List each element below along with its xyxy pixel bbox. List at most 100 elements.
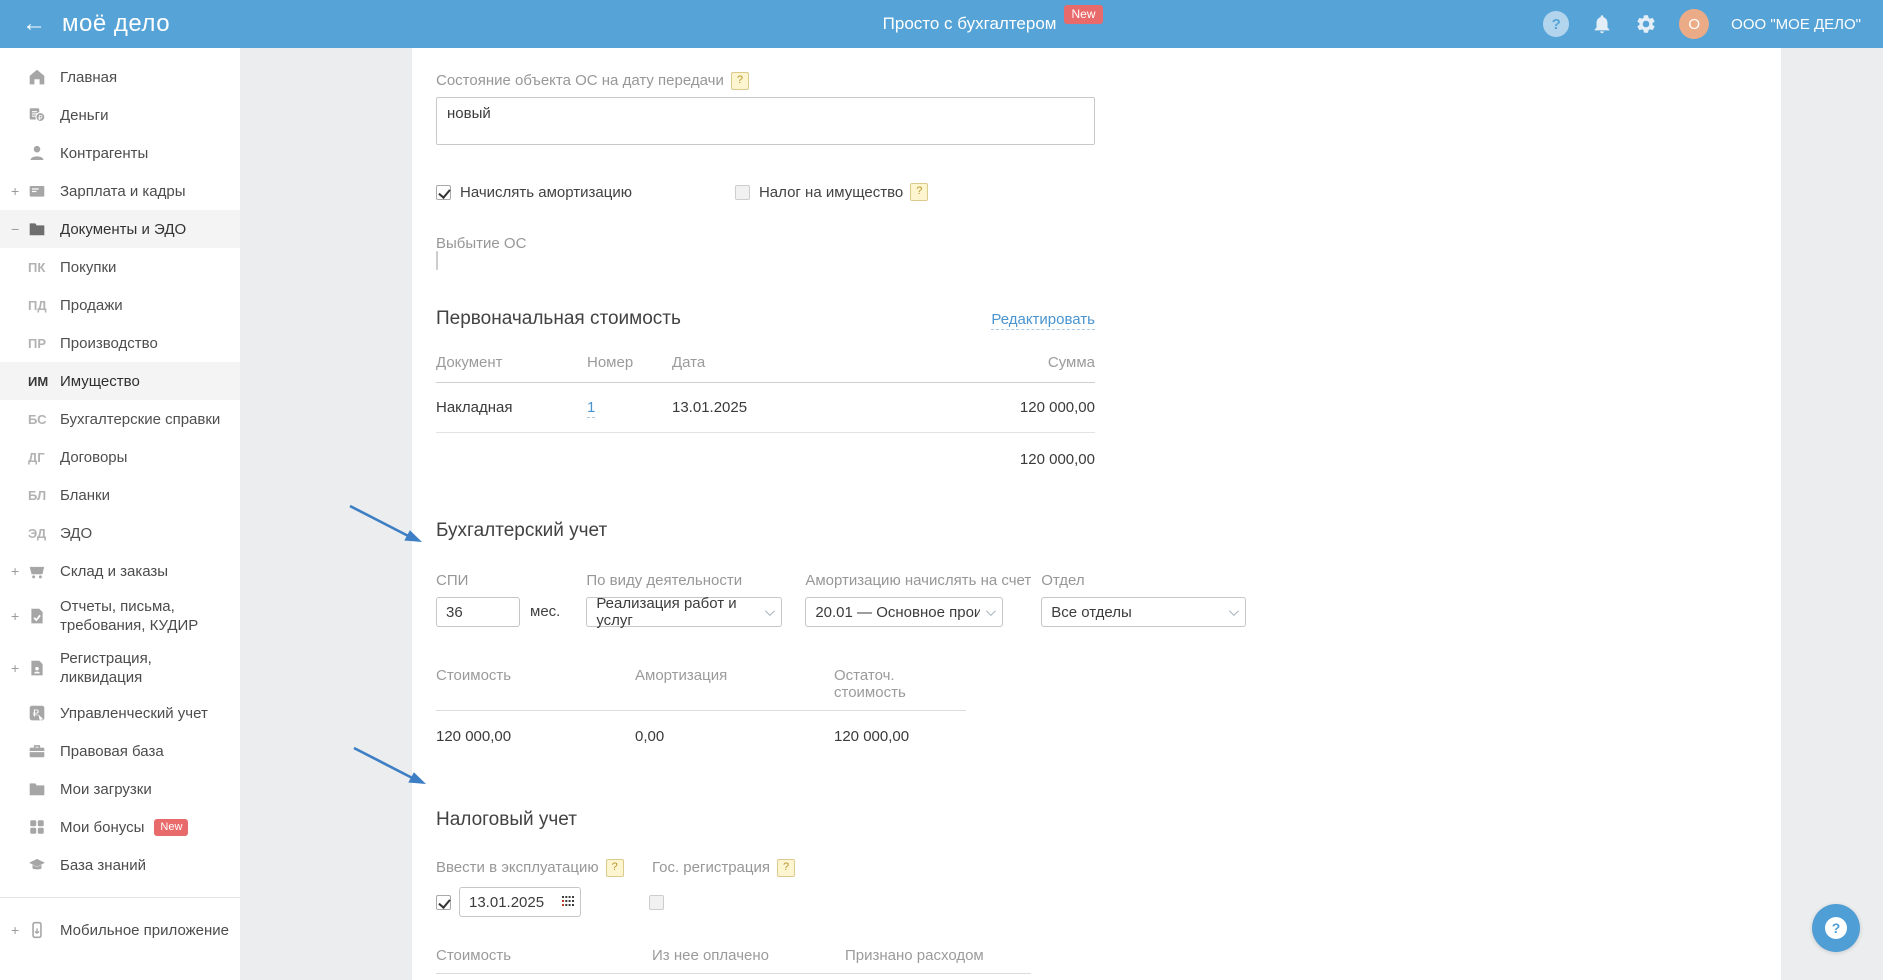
subitem-abbr: ПК — [28, 259, 46, 275]
expand-toggle-icon[interactable]: + — [11, 563, 19, 579]
spi-input[interactable] — [436, 597, 520, 627]
disposal-label: Выбытие ОС — [436, 235, 527, 252]
money-icon: ₽ — [28, 106, 46, 124]
sidebar-item-label: Контрагенты — [60, 144, 149, 162]
settings-gear-icon[interactable] — [1635, 13, 1657, 35]
promo-link[interactable]: Просто с бухгалтером — [883, 14, 1057, 34]
sidebar-subitem-bs[interactable]: БС Бухгалтерские справки — [0, 400, 240, 438]
property-tax-checkbox[interactable]: Налог на имущество — [734, 184, 903, 201]
sidebar-item-salary[interactable]: + Зарплата и кадры — [0, 172, 240, 210]
main-panel: Состояние объекта ОС на дату передачи? н… — [412, 48, 1781, 980]
depr-account-select[interactable]: 20.01 — Основное производ — [805, 597, 1004, 627]
expand-toggle-icon[interactable]: + — [11, 608, 19, 624]
disposal-checkbox[interactable] — [436, 251, 438, 270]
svg-text:₽: ₽ — [38, 113, 43, 122]
sidebar-subitem-ed[interactable]: ЭД ЭДО — [0, 514, 240, 552]
condition-help-icon[interactable]: ? — [730, 72, 749, 90]
sidebar-item-label: Документы и ЭДО — [60, 220, 187, 238]
col-cost: Стоимость — [436, 667, 512, 684]
subitem-label: Производство — [60, 334, 158, 352]
edit-link[interactable]: Редактировать — [991, 311, 1095, 330]
sidebar-item-downloads[interactable]: Мои загрузки — [0, 770, 240, 808]
cell-amount: 120 000,00 — [1019, 399, 1095, 416]
sidebar-item-registration[interactable]: + Регистрация, ликвидация — [0, 642, 240, 694]
val-cost: 120 000,00 — [436, 728, 512, 745]
avatar[interactable]: О — [1679, 9, 1710, 39]
downloads-icon — [28, 780, 46, 798]
cell-document: Накладная — [436, 399, 513, 416]
sidebar-subitem-bl[interactable]: БЛ Бланки — [0, 476, 240, 514]
condition-field-block: Состояние объекта ОС на дату передачи? н… — [436, 72, 1757, 145]
salary-icon — [28, 182, 46, 200]
activity-select[interactable]: Реализация работ и услуг — [586, 595, 783, 629]
accounting-title: Бухгалтерский учет — [436, 520, 608, 541]
expand-toggle-icon[interactable]: + — [11, 660, 19, 676]
sidebar-item-label: База знаний — [60, 856, 146, 874]
table-total: 120 000,00 — [1019, 451, 1095, 468]
commissioning-checkbox[interactable] — [436, 894, 451, 910]
back-arrow-icon[interactable]: ← — [22, 12, 46, 36]
val-residual: 120 000,00 — [834, 728, 910, 745]
col-recognized: Признано расходом — [845, 947, 984, 964]
sidebar-item-knowledge[interactable]: База знаний — [0, 846, 240, 884]
department-label: Отдел — [1041, 572, 1085, 589]
col-amount: Сумма — [1047, 354, 1095, 371]
val-depreciation: 0,00 — [635, 728, 665, 745]
sidebar-item-label: Правовая база — [60, 742, 164, 760]
sidebar-item-mobile[interactable]: + Мобильное приложение — [0, 911, 240, 949]
sidebar-item-money[interactable]: ₽ Деньги — [0, 96, 240, 134]
sidebar-subitem-pr[interactable]: ПР Производство — [0, 324, 240, 362]
page-background: Состояние объекта ОС на дату передачи? н… — [240, 48, 1883, 980]
sidebar: Главная ₽ Деньги Контрагенты + Зарплата и кад… — [0, 48, 240, 980]
expand-toggle-icon[interactable]: − — [11, 221, 19, 237]
checkbox-unchecked[interactable] — [734, 184, 750, 200]
chevron-down-icon — [765, 605, 776, 616]
sidebar-item-home[interactable]: Главная — [0, 58, 240, 96]
notifications-bell-icon[interactable] — [1591, 13, 1613, 35]
disposal-block: Выбытие ОС — [436, 235, 1757, 270]
sidebar-item-documents[interactable]: − Документы и ЭДО — [0, 210, 240, 248]
property-tax-help-icon[interactable]: ? — [910, 183, 929, 201]
sidebar-item-label: Зарплата и кадры — [60, 182, 186, 200]
sidebar-subitem-dg[interactable]: ДГ Договоры — [0, 438, 240, 476]
sidebar-item-reports[interactable]: + Отчеты, письма, требования, КУДИР — [0, 590, 240, 642]
department-field: Отдел Все отделы — [1041, 572, 1247, 627]
account-name[interactable]: ООО "МОЕ ДЕЛО" — [1731, 16, 1861, 33]
calendar-icon[interactable] — [562, 896, 574, 908]
gos-registration-checkbox[interactable] — [649, 894, 664, 910]
sidebar-item-legal[interactable]: Правовая база — [0, 732, 240, 770]
subitem-abbr: БС — [28, 411, 47, 427]
document-number-link[interactable]: 1 — [587, 399, 596, 418]
app-logo[interactable]: моё дело — [62, 10, 170, 38]
sidebar-item-bonuses[interactable]: Мои бонусы New — [0, 808, 240, 846]
sidebar-divider — [0, 897, 240, 898]
sidebar-item-management[interactable]: ₽ Управленческий учет — [0, 694, 240, 732]
department-select[interactable]: Все отделы — [1041, 597, 1247, 627]
sidebar-subitem-pk[interactable]: ПК Покупки — [0, 248, 240, 286]
subitem-label: ЭДО — [60, 524, 93, 542]
support-fab-button[interactable]: ? — [1812, 904, 1860, 952]
warehouse-icon — [28, 562, 46, 580]
chevron-down-icon — [986, 605, 997, 616]
documents-icon — [28, 220, 46, 238]
sidebar-subitem-pd[interactable]: ПД Продажи — [0, 286, 240, 324]
depr-account-field: Амортизацию начислять на счет 20.01 — Ос… — [805, 572, 1031, 627]
sidebar-item-warehouse[interactable]: + Склад и заказы — [0, 552, 240, 590]
sidebar-item-contractors[interactable]: Контрагенты — [0, 134, 240, 172]
condition-textarea[interactable]: новый — [436, 97, 1095, 145]
help-icon[interactable]: ? — [1543, 11, 1570, 37]
activity-value: Реализация работ и услуг — [596, 595, 737, 629]
initial-cost-title: Первоначальная стоимость — [436, 308, 681, 329]
svg-text:₽: ₽ — [33, 708, 40, 719]
sidebar-subitem-im[interactable]: ИМ Имущество — [0, 362, 240, 400]
checkbox-checked[interactable] — [436, 184, 451, 200]
expand-toggle-icon[interactable]: + — [11, 922, 19, 938]
depreciation-checkbox[interactable]: Начислять амортизацию — [436, 184, 632, 201]
subitem-abbr: ПД — [28, 297, 47, 313]
gos-registration-help-icon[interactable]: ? — [776, 859, 796, 877]
sidebar-item-label: Управленческий учет — [60, 704, 208, 722]
spi-suffix: мес. — [530, 603, 561, 620]
expand-toggle-icon[interactable]: + — [11, 183, 19, 199]
subitem-abbr: ДГ — [28, 449, 45, 465]
commissioning-help-icon[interactable]: ? — [605, 859, 624, 877]
